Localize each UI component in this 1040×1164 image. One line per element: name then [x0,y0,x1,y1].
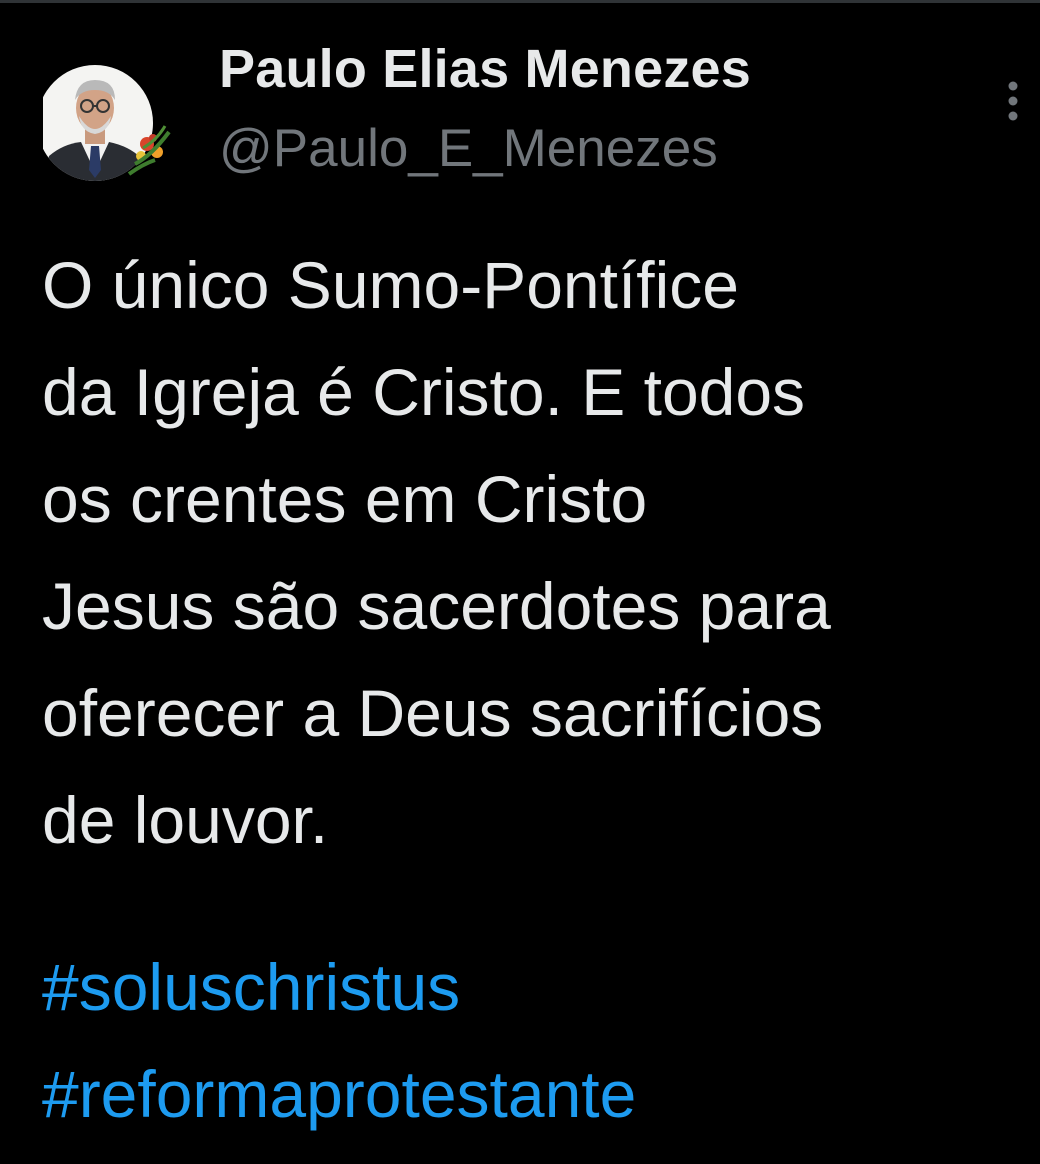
tweet-text-line: os crentes em Cristo [42,462,648,536]
tweet-text-line: O único Sumo-Pontífice [42,248,739,322]
profile-photo-icon [43,65,171,181]
vertical-ellipsis-icon [1008,81,1018,121]
tweet-text-line: Jesus são sacerdotes para [42,569,831,643]
tweet-text-line: oferecer a Deus sacrifícios [42,676,824,750]
hashtag-list: #soluschristus #reformaprotestante [42,934,636,1148]
author-avatar[interactable] [43,60,177,186]
tweet-card: Paulo Elias Menezes @Paulo_E_Menezes O ú… [0,0,1040,1164]
tweet-text-line: da Igreja é Cristo. E todos [42,355,806,429]
hashtag-link-soluschristus[interactable]: #soluschristus [42,934,636,1041]
more-options-button[interactable] [996,76,1030,126]
tweet-text: O único Sumo-Pontífice da Igreja é Crist… [42,232,1032,874]
author-handle[interactable]: @Paulo_E_Menezes [219,118,718,179]
author-name[interactable]: Paulo Elias Menezes [219,38,751,100]
tweet-text-line: de louvor. [42,783,329,857]
hashtag-link-reformaprotestante[interactable]: #reformaprotestante [42,1041,636,1148]
